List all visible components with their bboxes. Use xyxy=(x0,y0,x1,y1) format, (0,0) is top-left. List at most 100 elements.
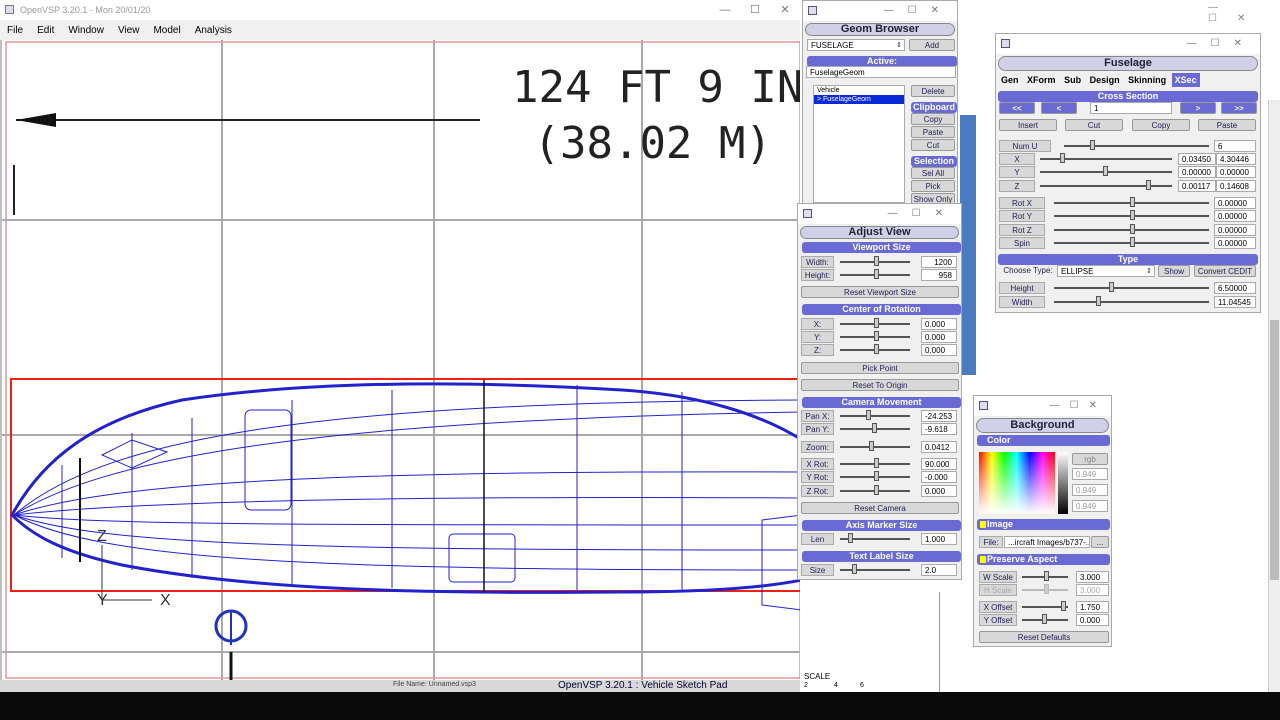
file-path-field[interactable]: ...ircraft Images/b737-... xyxy=(1004,536,1090,548)
image-checkbox[interactable] xyxy=(980,521,986,528)
next-xsec-button[interactable]: > xyxy=(1180,102,1216,114)
delete-button[interactable]: Delete xyxy=(911,85,955,97)
xsec-cut-button[interactable]: Cut xyxy=(1065,119,1123,131)
select-all-button[interactable]: Sel All xyxy=(911,167,955,179)
height-slider-thumb[interactable] xyxy=(874,269,879,279)
color-toggle[interactable]: Color xyxy=(977,435,1110,446)
cor-y-thumb[interactable] xyxy=(874,331,879,341)
menu-file[interactable]: File xyxy=(7,25,23,36)
insert-button[interactable]: Insert xyxy=(999,119,1057,131)
window-controls[interactable]: —☐✕ xyxy=(884,1,953,21)
pick-point-button[interactable]: Pick Point xyxy=(801,362,959,374)
pan-x-slider[interactable] xyxy=(840,415,910,417)
tab-sub[interactable]: Sub xyxy=(1061,73,1084,87)
cor-x-input[interactable]: 0.000 xyxy=(921,318,957,330)
image-toggle[interactable]: Image xyxy=(977,519,1110,530)
xsec-width-slider[interactable] xyxy=(1054,301,1209,303)
num-u-thumb[interactable] xyxy=(1090,140,1095,150)
z-rot-thumb[interactable] xyxy=(874,485,879,495)
paste-button[interactable]: Paste xyxy=(911,126,955,138)
tab-skinning[interactable]: Skinning xyxy=(1125,73,1169,87)
copy-button[interactable]: Copy xyxy=(911,113,955,125)
x-input-1[interactable]: 0.03450 xyxy=(1178,153,1216,165)
rot-y-thumb[interactable] xyxy=(1130,210,1135,220)
last-xsec-button[interactable]: >> xyxy=(1221,102,1257,114)
y-offset-input[interactable]: 0.000 xyxy=(1076,614,1109,626)
zoom-input[interactable]: 0.0412 xyxy=(921,441,957,453)
color-value-2[interactable]: 0.949 xyxy=(1072,484,1108,496)
secondary-window-controls[interactable]: —☐✕ xyxy=(1208,2,1280,24)
xsec-width-input[interactable]: 11.04545 xyxy=(1214,296,1256,308)
cor-z-thumb[interactable] xyxy=(874,344,879,354)
spin-thumb[interactable] xyxy=(1130,237,1135,247)
add-geom-button[interactable]: Add xyxy=(909,39,955,51)
menu-view[interactable]: View xyxy=(118,25,140,36)
size-thumb[interactable] xyxy=(852,564,857,574)
y-rot-input[interactable]: -0.000 xyxy=(921,471,957,483)
w-scale-thumb[interactable] xyxy=(1044,571,1049,581)
prev-xsec-button[interactable]: < xyxy=(1041,102,1077,114)
rot-y-input[interactable]: 0.00000 xyxy=(1214,210,1256,222)
x-rot-input[interactable]: 90.000 xyxy=(921,458,957,470)
first-xsec-button[interactable]: << xyxy=(999,102,1035,114)
reset-viewport-button[interactable]: Reset Viewport Size xyxy=(801,286,959,298)
num-u-slider[interactable] xyxy=(1064,145,1209,147)
tab-design[interactable]: Design xyxy=(1087,73,1123,87)
xsec-type-select[interactable]: ELLIPSE xyxy=(1057,265,1155,277)
viewport-canvas[interactable]: 124 FT 9 IN (38.02 M) Z Y X xyxy=(0,40,800,680)
browse-file-button[interactable]: ... xyxy=(1091,536,1109,548)
geom-type-select[interactable]: FUSELAGE xyxy=(807,39,905,51)
pan-x-input[interactable]: -24.253 xyxy=(921,410,957,422)
xsec-paste-button[interactable]: Paste xyxy=(1198,119,1256,131)
preserve-aspect-checkbox[interactable] xyxy=(980,556,986,563)
cut-button[interactable]: Cut xyxy=(911,139,955,151)
color-value-3[interactable]: 0.949 xyxy=(1072,500,1108,512)
menu-window[interactable]: Window xyxy=(68,25,104,36)
y-thumb[interactable] xyxy=(1103,166,1108,176)
rot-z-input[interactable]: 0.00000 xyxy=(1214,224,1256,236)
tree-item-vehicle[interactable]: Vehicle xyxy=(814,86,904,95)
spin-input[interactable]: 0.00000 xyxy=(1214,237,1256,249)
window-controls[interactable]: —☐✕ xyxy=(1050,396,1107,416)
x-offset-input[interactable]: 1.750 xyxy=(1076,601,1109,613)
maximize-icon[interactable]: ☐ xyxy=(740,0,770,20)
cor-y-input[interactable]: 0.000 xyxy=(921,331,957,343)
width-input[interactable]: 1200 xyxy=(921,256,957,268)
xsec-height-thumb[interactable] xyxy=(1109,282,1114,292)
xsec-height-input[interactable]: 6.50000 xyxy=(1214,282,1256,294)
close-icon[interactable]: ✕ xyxy=(770,0,800,20)
pan-y-input[interactable]: -9.618 xyxy=(921,423,957,435)
y-input-1[interactable]: 0.00000 xyxy=(1178,166,1216,178)
y-offset-thumb[interactable] xyxy=(1042,614,1047,624)
size-input[interactable]: 2.0 xyxy=(921,564,957,576)
rgb-select[interactable]: rgb xyxy=(1072,453,1108,465)
tab-gen[interactable]: Gen xyxy=(998,73,1022,87)
w-scale-input[interactable]: 3.000 xyxy=(1076,571,1109,583)
y-input-2[interactable]: 0.00000 xyxy=(1216,166,1256,178)
rot-x-input[interactable]: 0.00000 xyxy=(1214,197,1256,209)
menu-model[interactable]: Model xyxy=(153,25,180,36)
xsec-copy-button[interactable]: Copy xyxy=(1132,119,1190,131)
zoom-slider[interactable] xyxy=(840,446,910,448)
tab-xsec[interactable]: XSec xyxy=(1171,73,1200,87)
menu-edit[interactable]: Edit xyxy=(37,25,54,36)
x-input-2[interactable]: 4.30446 xyxy=(1216,153,1256,165)
preserve-aspect-toggle[interactable]: Preserve Aspect xyxy=(977,554,1110,565)
menu-analysis[interactable]: Analysis xyxy=(195,25,232,36)
z-input-2[interactable]: 0.14608 xyxy=(1216,180,1256,192)
window-controls[interactable]: —☐✕ xyxy=(888,204,957,224)
width-slider-thumb[interactable] xyxy=(874,256,879,266)
z-input-1[interactable]: 0.00117 xyxy=(1178,180,1216,192)
color-value-1[interactable]: 0.949 xyxy=(1072,468,1108,480)
num-u-input[interactable]: 6 xyxy=(1214,140,1256,152)
zoom-thumb[interactable] xyxy=(869,441,874,451)
xsec-width-thumb[interactable] xyxy=(1096,296,1101,306)
active-geom-field[interactable]: FuselageGeom xyxy=(806,66,956,78)
pan-y-thumb[interactable] xyxy=(872,423,877,433)
show-button[interactable]: Show xyxy=(1158,265,1190,277)
brightness-slider[interactable] xyxy=(1058,452,1068,514)
scrollbar-right[interactable] xyxy=(1268,100,1280,692)
rot-x-thumb[interactable] xyxy=(1130,197,1135,207)
color-picker[interactable] xyxy=(979,452,1055,514)
tree-item-fuselage[interactable]: > FuselageGeom xyxy=(814,95,904,104)
